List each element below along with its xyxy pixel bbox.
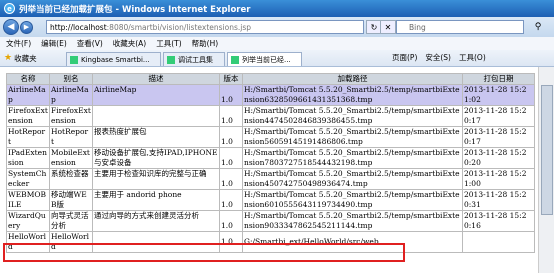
col-header-alias: 别名: [49, 73, 93, 85]
cell-load-path: H:/Smartbi/Tomcat 5.5.20_Smartbi2.5/temp…: [242, 105, 463, 127]
cell-alias: MobileExtension: [49, 147, 93, 169]
stop-icon[interactable]: ✕: [380, 20, 396, 34]
search-input[interactable]: Bing: [396, 20, 524, 34]
tools-menu[interactable]: 工具(O): [459, 52, 486, 63]
favorites-star-icon: ★: [4, 53, 13, 63]
tab-kingbase[interactable]: Kingbase Smartbi...: [66, 52, 161, 66]
menu-tools[interactable]: 工具(T): [156, 38, 181, 49]
menu-favorites[interactable]: 收藏夹(A): [113, 38, 146, 49]
search-icon[interactable]: ⚲: [530, 20, 546, 34]
tab-list-extensions[interactable]: 列举当前已经...: [227, 52, 302, 66]
cell-description: 移动设备扩展包,支持IPAD,IPHONE与安卓设备: [92, 147, 220, 169]
cell-load-path: H:/Smartbi/Tomcat 5.5.20_Smartbi2.5/temp…: [242, 168, 463, 190]
cell-version: 1.0: [219, 210, 243, 232]
cell-load-path: H:/Smartbi/Tomcat 5.5.20_Smartbi2.5/temp…: [242, 189, 463, 211]
cell-name: SystemChecker: [6, 168, 50, 190]
cell-package-date: 2013-11-28 15:21:00: [462, 168, 535, 190]
extensions-table: 名称 别名 描述 版本 加载路径 打包日期 AirlineMap Airline…: [6, 73, 535, 253]
favorites-label[interactable]: 收藏夹: [14, 53, 37, 64]
cell-load-path: H:/Smartbi/Tomcat 5.5.20_Smartbi2.5/temp…: [242, 210, 463, 232]
table-row: WEBMOBILE 移动端WEB版 主要用于 andorid phone 1.0…: [6, 189, 535, 211]
col-header-description: 描述: [92, 73, 220, 85]
table-row: WizardQuery 向导式灵活分析 通过向导的方式来创建灵活分析 1.0 H…: [6, 210, 535, 232]
url-host: http://localhost: [50, 22, 107, 32]
col-header-version: 版本: [219, 73, 243, 85]
cell-version: 1.0: [219, 189, 243, 211]
url-input[interactable]: http://localhost:8080/smartbi/vision/lis…: [46, 20, 364, 34]
cell-name: FirefoxExtension: [6, 105, 50, 127]
col-header-load-path: 加载路径: [242, 73, 463, 85]
page-icon: [70, 55, 78, 64]
menu-file[interactable]: 文件(F): [6, 38, 31, 49]
cell-alias: HotReport: [49, 126, 93, 148]
table-row: AirlineMap AirlineMap AirlineMap 1.0 H:/…: [6, 84, 535, 106]
cell-version: 1.0: [219, 84, 243, 106]
cell-load-path: H:/Smartbi/Tomcat 5.5.20_Smartbi2.5/temp…: [242, 147, 463, 169]
cell-name: AirlineMap: [6, 84, 50, 106]
cell-name: WEBMOBILE: [6, 189, 50, 211]
cell-load-path: H:/Smartbi/Tomcat 5.5.20_Smartbi2.5/temp…: [242, 84, 463, 106]
cell-package-date: 2013-11-28 15:21:02: [462, 84, 535, 106]
cell-package-date: [462, 231, 535, 253]
command-bar: 页面(P) 安全(S) 工具(O): [392, 52, 494, 63]
cell-description: 通过向导的方式来创建灵活分析: [92, 210, 220, 232]
cell-version: 1.0: [219, 147, 243, 169]
vertical-scrollbar[interactable]: [538, 67, 554, 273]
cell-package-date: 2013-11-28 15:20:17: [462, 105, 535, 127]
highlight-box: [3, 243, 405, 262]
forward-button[interactable]: ▶: [20, 20, 33, 34]
title-bar: e 列举当前已经加载扩展包 - Windows Internet Explore…: [0, 0, 554, 17]
cell-version: 1.0: [219, 126, 243, 148]
table-header-row: 名称 别名 描述 版本 加载路径 打包日期: [6, 73, 535, 85]
window-title: 列举当前已经加载扩展包 - Windows Internet Explorer: [19, 4, 251, 15]
url-path: :8080/smartbi/vision/listextensions.jsp: [106, 22, 252, 32]
table-row: FirefoxExtension FirefoxExtension 1.0 H:…: [6, 105, 535, 127]
cell-description: AirlineMap: [92, 84, 220, 106]
table-row: HotReport HotReport 报表热度扩展包 1.0 H:/Smart…: [6, 126, 535, 148]
cell-package-date: 2013-11-28 15:20:20: [462, 147, 535, 169]
col-header-name: 名称: [6, 73, 50, 85]
cell-name: WizardQuery: [6, 210, 50, 232]
cell-package-date: 2013-11-28 15:20:17: [462, 126, 535, 148]
ie-logo-icon: e: [4, 3, 15, 14]
cell-description: 报表热度扩展包: [92, 126, 220, 148]
cell-name: IPadExtension: [6, 147, 50, 169]
cell-package-date: 2013-11-28 15:20:16: [462, 210, 535, 232]
favorites-bar: ★ 收藏夹 Kingbase Smartbi... 调试工具集 列举当前已经..…: [0, 50, 554, 67]
cell-description: 主要用于检查知识库的完整与正确: [92, 168, 220, 190]
cell-alias: 向导式灵活分析: [49, 210, 93, 232]
cell-name: HotReport: [6, 126, 50, 148]
page-icon: [167, 55, 175, 64]
menu-view[interactable]: 查看(V): [77, 38, 103, 49]
cell-alias: FirefoxExtension: [49, 105, 93, 127]
cell-alias: 移动端WEB版: [49, 189, 93, 211]
menu-edit[interactable]: 编辑(E): [41, 38, 67, 49]
menu-help[interactable]: 帮助(H): [192, 38, 219, 49]
page-icon: [231, 55, 239, 64]
page-menu[interactable]: 页面(P): [392, 52, 417, 63]
cell-version: 1.0: [219, 105, 243, 127]
cell-description: 主要用于 andorid phone: [92, 189, 220, 211]
safety-menu[interactable]: 安全(S): [425, 52, 451, 63]
cell-description: [92, 105, 220, 127]
back-button[interactable]: ◀: [3, 19, 19, 35]
table-row: SystemChecker 系统检查器 主要用于检查知识库的完整与正确 1.0 …: [6, 168, 535, 190]
scrollbar-thumb[interactable]: [541, 85, 553, 215]
col-header-package-date: 打包日期: [462, 73, 535, 85]
menu-bar: 文件(F) 编辑(E) 查看(V) 收藏夹(A) 工具(T) 帮助(H): [0, 37, 554, 50]
cell-alias: 系统检查器: [49, 168, 93, 190]
table-row: IPadExtension MobileExtension 移动设备扩展包,支持…: [6, 147, 535, 169]
cell-version: 1.0: [219, 168, 243, 190]
cell-alias: AirlineMap: [49, 84, 93, 106]
page-content: 名称 别名 描述 版本 加载路径 打包日期 AirlineMap Airline…: [0, 67, 554, 273]
cell-load-path: H:/Smartbi/Tomcat 5.5.20_Smartbi2.5/temp…: [242, 126, 463, 148]
address-bar: ◀ ▶ http://localhost:8080/smartbi/vision…: [0, 17, 554, 37]
cell-package-date: 2013-11-28 15:20:31: [462, 189, 535, 211]
tab-debug-tools[interactable]: 调试工具集: [163, 52, 225, 66]
